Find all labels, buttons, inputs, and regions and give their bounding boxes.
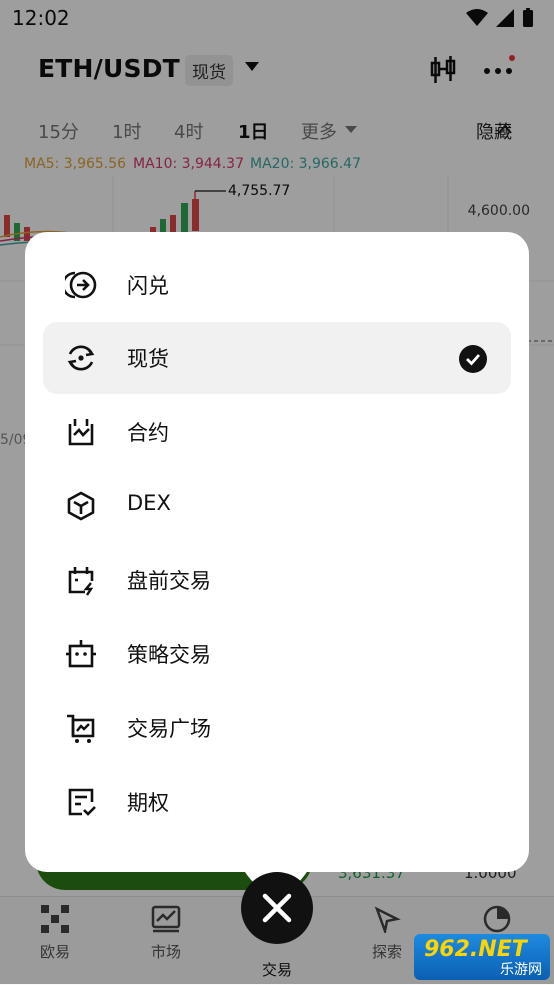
swap-arrow-icon [65, 271, 97, 299]
cube-icon [67, 491, 95, 521]
menu-item-premarket[interactable]: 盘前交易 [43, 544, 511, 616]
menu-item-label: 闪兑 [127, 274, 169, 298]
menu-item-spot[interactable]: 现货 [43, 322, 511, 394]
menu-item-swap[interactable]: 闪兑 [43, 249, 511, 321]
close-icon [262, 893, 292, 923]
menu-item-label: DEX [127, 491, 171, 515]
futures-icon [68, 419, 94, 446]
trade-type-menu: 闪兑 现货 合约 DEX 盘前交易 策略交易 交易广场 期权 [25, 232, 529, 872]
menu-item-trading-plaza[interactable]: 交易广场 [43, 692, 511, 764]
premarket-icon [68, 567, 94, 596]
close-menu-button[interactable] [241, 872, 313, 944]
watermark-subtext: 乐游网 [500, 962, 542, 978]
selected-check-icon [459, 345, 487, 373]
menu-item-label: 交易广场 [127, 717, 211, 741]
menu-item-strategy[interactable]: 策略交易 [43, 618, 511, 690]
watermark-logo: 962.NET 乐游网 [414, 934, 550, 980]
menu-item-label: 期权 [127, 791, 169, 815]
menu-item-options[interactable]: 期权 [43, 766, 511, 838]
options-icon [68, 788, 96, 816]
menu-item-label: 现货 [127, 347, 169, 371]
trading-plaza-icon [67, 714, 95, 743]
menu-item-label: 策略交易 [127, 643, 211, 667]
bot-icon [66, 640, 96, 668]
menu-item-futures[interactable]: 合约 [43, 396, 511, 468]
spot-cycle-icon [67, 345, 95, 371]
menu-item-dex[interactable]: DEX [43, 470, 511, 542]
menu-item-label: 盘前交易 [127, 569, 211, 593]
menu-item-label: 合约 [127, 421, 169, 445]
